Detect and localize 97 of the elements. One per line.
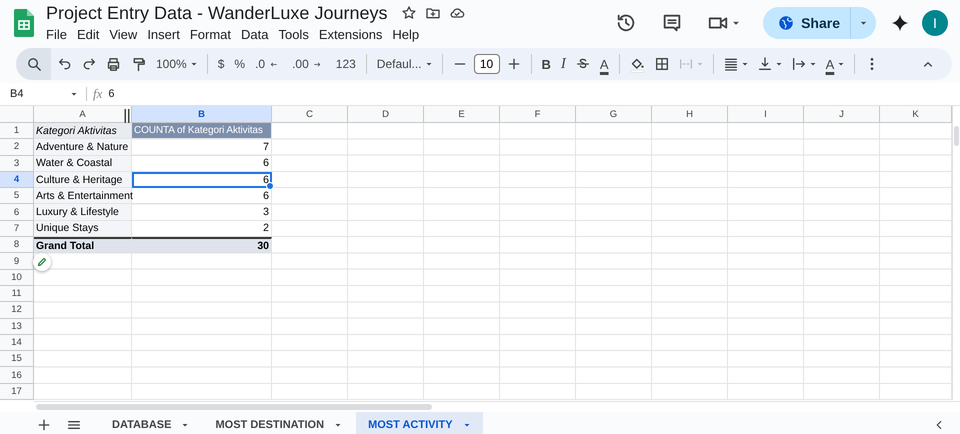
avatar[interactable]: I (922, 10, 948, 36)
row-header[interactable]: 7 (0, 220, 34, 238)
row-header[interactable]: 16 (0, 367, 34, 384)
redo-icon[interactable] (81, 56, 97, 72)
column-header[interactable]: G (576, 106, 652, 123)
column-header[interactable]: I (728, 106, 804, 123)
table-cell[interactable]: 6 (132, 188, 272, 204)
scrollbar-thumb[interactable] (954, 126, 959, 146)
share-button[interactable]: Share (763, 7, 850, 39)
decrease-decimals-button[interactable]: .0 (250, 52, 288, 76)
row-header[interactable]: 15 (0, 351, 34, 368)
vertical-align-icon[interactable] (756, 56, 773, 72)
row-header[interactable]: 17 (0, 384, 34, 400)
column-header[interactable]: H (652, 106, 728, 123)
function-label: fx (93, 86, 102, 102)
row-header[interactable]: 14 (0, 334, 34, 352)
column-header[interactable]: F (500, 106, 576, 123)
row-header[interactable]: 8 (0, 237, 34, 254)
menu-item[interactable]: Data (236, 26, 274, 44)
table-cell[interactable]: 6 (132, 172, 272, 188)
row-header[interactable]: 6 (0, 204, 34, 221)
table-cell[interactable]: Water & Coastal (34, 156, 132, 172)
italic-button[interactable]: I (556, 52, 571, 76)
row-header[interactable]: 2 (0, 139, 34, 156)
column-header[interactable]: B (132, 106, 272, 123)
table-cell[interactable]: 30 (132, 237, 272, 254)
sheet-tab[interactable]: MOST ACTIVITY (356, 412, 483, 434)
increase-decimals-button[interactable]: .00 (287, 52, 331, 76)
history-icon[interactable] (615, 12, 638, 34)
percent-format-button[interactable]: % (229, 52, 250, 76)
table-cell[interactable]: Culture & Heritage (34, 172, 132, 188)
column-header[interactable]: A (34, 106, 132, 123)
cell-reference: B4 (10, 88, 24, 100)
column-header[interactable]: C (272, 106, 348, 123)
zoom-dropdown[interactable]: 100% (151, 52, 192, 76)
menu-item[interactable]: Format (184, 26, 236, 44)
arrow-icon (312, 60, 322, 68)
arrow-icon (269, 60, 278, 68)
sparkle-icon[interactable] (890, 13, 910, 33)
align-icon[interactable] (722, 56, 739, 72)
scrollbar-thumb[interactable] (36, 404, 432, 410)
column-header[interactable]: D (348, 106, 424, 123)
menu-item[interactable]: Help (387, 26, 424, 44)
row-header[interactable]: 3 (0, 156, 34, 172)
pencil-icon (36, 256, 48, 268)
row-header[interactable]: 11 (0, 286, 34, 302)
menu-item[interactable]: View (104, 26, 142, 44)
print-icon[interactable] (105, 56, 122, 72)
column-header[interactable]: J (804, 106, 880, 123)
formula-field[interactable]: 6 (108, 88, 115, 100)
document-title[interactable]: Project Entry Data - WanderLuxe Journeys (46, 2, 388, 24)
spreadsheet-logo-icon[interactable] (14, 9, 34, 37)
row-header[interactable]: 1 (0, 123, 34, 140)
menu-item[interactable]: Tools (273, 26, 314, 44)
table-cell[interactable]: Grand Total (34, 237, 132, 254)
column-header[interactable]: E (424, 106, 500, 123)
row-header[interactable]: 10 (0, 270, 34, 286)
globe-icon (777, 14, 796, 32)
name-box[interactable]: B4 (0, 88, 80, 100)
menu-item[interactable]: Insert (142, 26, 185, 44)
number-format-button[interactable]: 123 (330, 52, 361, 76)
row-header[interactable]: 13 (0, 318, 34, 335)
text-wrap-icon[interactable] (790, 56, 807, 72)
table-cell[interactable]: Unique Stays (34, 220, 132, 238)
table-cell[interactable]: 6 (132, 156, 272, 172)
column-title[interactable]: Kategori Aktivitas (34, 123, 132, 140)
row-header[interactable]: 4 (0, 172, 34, 188)
column-header[interactable]: K (880, 106, 952, 123)
star-icon[interactable] (401, 5, 418, 21)
row-header[interactable]: 12 (0, 302, 34, 319)
row-header[interactable]: 9 (0, 253, 34, 270)
column-resize-handle-icon[interactable] (124, 109, 130, 123)
edit-button[interactable] (33, 253, 51, 271)
plus-icon[interactable] (506, 56, 522, 72)
add-sheet-icon[interactable] (36, 416, 52, 432)
table-cell[interactable]: Adventure & Nature (34, 139, 132, 156)
row-header[interactable]: 5 (0, 188, 34, 204)
font-dropdown[interactable]: Defaul... (372, 52, 426, 76)
fill-handle[interactable] (266, 182, 274, 190)
table-cell[interactable]: Luxury & Lifestyle (34, 204, 132, 221)
sheet-tab[interactable]: DATABASE (100, 412, 202, 434)
menu-item[interactable]: File (46, 26, 72, 44)
currency-format-button[interactable]: $ (212, 52, 230, 76)
bold-button[interactable]: B (536, 52, 556, 76)
sheet-tab[interactable]: MOST DESTINATION (203, 412, 354, 434)
table-cell[interactable]: 7 (132, 139, 272, 156)
menu-item[interactable]: Edit (72, 26, 104, 44)
table-cell[interactable]: 3 (132, 204, 272, 221)
borders-icon[interactable] (654, 56, 670, 72)
text-color-button[interactable]: A (594, 52, 614, 76)
text-rotation-button[interactable]: A (820, 52, 840, 76)
menu-item[interactable]: Extensions (314, 26, 388, 44)
search-icon[interactable] (26, 56, 43, 72)
comment-icon[interactable] (661, 12, 684, 34)
undo-icon[interactable] (57, 56, 73, 72)
table-cell[interactable]: Arts & Entertainment (34, 188, 132, 204)
font-size-field[interactable]: 10 (474, 54, 500, 74)
